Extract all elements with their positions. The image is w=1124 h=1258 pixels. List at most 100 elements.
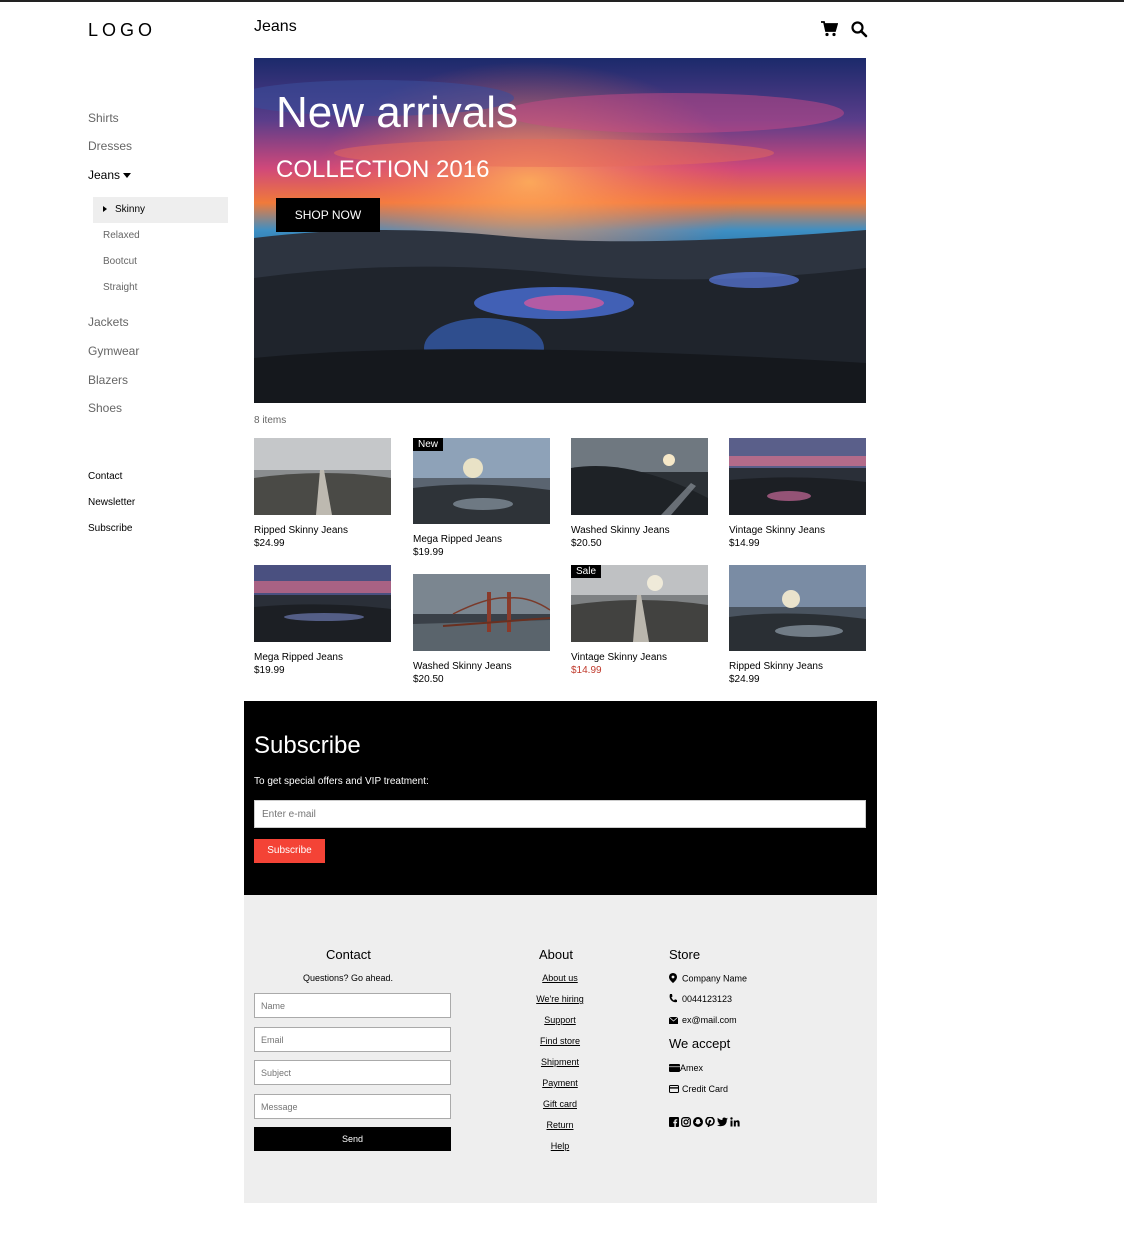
hero-banner: New arrivals COLLECTION 2016 SHOP NOW	[254, 58, 866, 403]
product-name[interactable]: Washed Skinny Jeans	[413, 661, 550, 672]
product-image[interactable]	[729, 565, 866, 651]
product-card[interactable]: Washed Skinny Jeans $20.50	[571, 438, 708, 549]
product-name[interactable]: Vintage Skinny Jeans	[571, 652, 708, 663]
footer-link-hiring[interactable]: We're hiring	[530, 993, 590, 1014]
email-field[interactable]	[254, 1027, 451, 1052]
payment-credit-card: Credit Card	[669, 1084, 728, 1095]
footer-link-gift-card[interactable]: Gift card	[530, 1098, 590, 1119]
product-image[interactable]	[729, 438, 866, 515]
payment-label: Credit Card	[682, 1084, 729, 1094]
jeans-subnav: Skinny Relaxed Bootcut Straight	[93, 197, 228, 301]
footer-link-about-us[interactable]: About us	[530, 972, 590, 993]
product-card[interactable]: Vintage Skinny Jeans $14.99	[729, 438, 866, 549]
product-image[interactable]: New	[413, 438, 550, 524]
footer-link-shipment[interactable]: Shipment	[530, 1056, 590, 1077]
logo[interactable]: LOGO	[88, 20, 156, 41]
subnav-item-straight[interactable]: Straight	[93, 275, 228, 301]
email-input[interactable]	[254, 800, 866, 828]
send-button[interactable]: Send	[254, 1127, 451, 1151]
top-border	[0, 0, 1124, 2]
new-badge: New	[413, 438, 444, 451]
product-name[interactable]: Mega Ripped Jeans	[413, 534, 550, 545]
product-price: $20.50	[413, 674, 444, 685]
subnav-item-relaxed[interactable]: Relaxed	[93, 223, 228, 249]
credit-card-icon	[669, 1084, 679, 1095]
sidebar-item-blazers[interactable]: Blazers	[88, 370, 128, 390]
shop-now-button[interactable]: SHOP NOW	[276, 198, 380, 232]
about-title: About	[539, 947, 573, 962]
amex-card-icon	[669, 1063, 680, 1074]
sidebar-item-jackets[interactable]: Jackets	[88, 312, 129, 332]
pinterest-icon[interactable]	[705, 1117, 715, 1127]
product-price: $24.99	[254, 538, 285, 549]
subnav-item-bootcut[interactable]: Bootcut	[93, 249, 228, 275]
name-field[interactable]	[254, 993, 451, 1018]
sidebar-item-shirts[interactable]: Shirts	[88, 108, 119, 128]
sidebar-item-dresses[interactable]: Dresses	[88, 136, 132, 156]
footer-link-return[interactable]: Return	[530, 1119, 590, 1140]
caret-right-icon	[103, 206, 107, 213]
product-name[interactable]: Vintage Skinny Jeans	[729, 525, 866, 536]
caret-down-icon	[123, 173, 132, 179]
instagram-icon[interactable]	[681, 1117, 691, 1127]
product-name[interactable]: Mega Ripped Jeans	[254, 652, 391, 663]
items-count: 8 items	[254, 415, 287, 426]
footer-link-support[interactable]: Support	[530, 1014, 590, 1035]
sidebar-links: Contact Newsletter Subscribe	[88, 469, 228, 547]
product-price: $24.99	[729, 674, 760, 685]
product-image[interactable]	[413, 574, 550, 651]
product-name[interactable]: Washed Skinny Jeans	[571, 525, 708, 536]
accept-title: We accept	[669, 1036, 731, 1051]
product-card[interactable]: New Mega Ripped Jeans $19.99	[413, 438, 550, 558]
hero-subtitle: COLLECTION 2016	[276, 156, 490, 183]
product-card[interactable]: Sale Vintage Skinny Jeans $14.99	[571, 565, 708, 676]
message-field[interactable]	[254, 1094, 451, 1119]
subnav-item-skinny[interactable]: Skinny	[93, 197, 228, 223]
sidebar-item-gymwear[interactable]: Gymwear	[88, 341, 139, 361]
sidebar-item-label: Jeans	[88, 168, 121, 182]
sidebar-item-jeans[interactable]: Jeans	[88, 165, 132, 185]
store-email: ex@mail.com	[668, 1015, 737, 1026]
sidebar-item-shoes[interactable]: Shoes	[88, 398, 122, 418]
snapchat-icon[interactable]	[693, 1117, 703, 1127]
facebook-icon[interactable]	[669, 1117, 679, 1127]
subject-field[interactable]	[254, 1060, 451, 1085]
subscribe-text: To get special offers and VIP treatment:	[254, 776, 429, 787]
envelope-icon	[668, 1016, 679, 1026]
product-image[interactable]	[254, 438, 391, 515]
about-links: About us We're hiring Support Find store…	[530, 972, 590, 1161]
product-card[interactable]: Mega Ripped Jeans $19.99	[254, 565, 391, 676]
product-price: $19.99	[413, 547, 444, 558]
subscribe-title: Subscribe	[254, 732, 361, 759]
sidebar-link-subscribe[interactable]: Subscribe	[88, 521, 228, 547]
social-icons	[669, 1117, 740, 1127]
product-card[interactable]: Ripped Skinny Jeans $24.99	[729, 565, 866, 685]
cart-icon[interactable]	[820, 20, 839, 38]
store-company: Company Name	[669, 973, 747, 985]
product-image[interactable]	[571, 438, 708, 515]
linkedin-icon[interactable]	[730, 1117, 740, 1127]
product-card[interactable]: Ripped Skinny Jeans $24.99	[254, 438, 391, 549]
product-card[interactable]: Washed Skinny Jeans $20.50	[413, 574, 550, 685]
company-name: Company Name	[682, 973, 748, 984]
subscribe-section: Subscribe To get special offers and VIP …	[244, 701, 877, 895]
product-name[interactable]: Ripped Skinny Jeans	[729, 661, 866, 672]
sale-badge: Sale	[571, 565, 602, 578]
store-phone: 0044123123	[669, 994, 732, 1005]
product-price: $19.99	[254, 665, 285, 676]
sidebar-link-contact[interactable]: Contact	[88, 469, 228, 495]
product-image[interactable]	[254, 565, 391, 642]
product-price: $14.99	[729, 538, 760, 549]
search-icon[interactable]	[850, 20, 868, 38]
subscribe-button[interactable]: Subscribe	[254, 839, 325, 863]
product-image[interactable]: Sale	[571, 565, 708, 642]
product-sale-price: $14.99	[571, 665, 602, 676]
twitter-icon[interactable]	[717, 1117, 728, 1127]
subnav-item-label: Skinny	[115, 204, 146, 215]
product-name[interactable]: Ripped Skinny Jeans	[254, 525, 391, 536]
sidebar-link-newsletter[interactable]: Newsletter	[88, 495, 228, 521]
payment-label: Amex	[680, 1063, 704, 1073]
footer-link-find-store[interactable]: Find store	[530, 1035, 590, 1056]
footer-link-payment[interactable]: Payment	[530, 1077, 590, 1098]
footer-link-help[interactable]: Help	[530, 1140, 590, 1161]
